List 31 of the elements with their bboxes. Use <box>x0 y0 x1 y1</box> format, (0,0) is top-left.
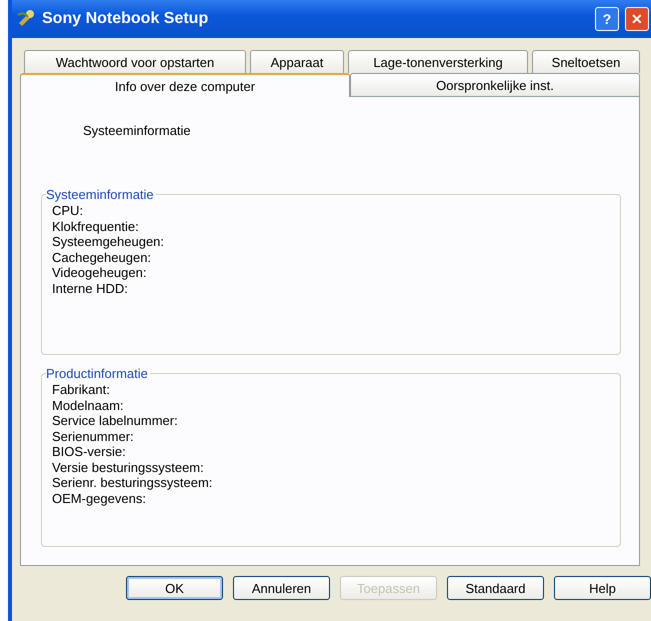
dialog-button[interactable]: Help <box>554 576 651 600</box>
tab[interactable]: Apparaat <box>250 50 344 73</box>
dialog-button[interactable]: OK <box>126 576 223 600</box>
field-label: Cachegeheugen: <box>52 250 152 265</box>
field-label: Serienr. besturingssysteem: <box>52 475 214 490</box>
tab[interactable]: Wachtwoord voor opstarten <box>24 50 246 73</box>
field-label: Versie besturingssysteem: <box>52 460 205 475</box>
group-title: Systeeminformatie <box>46 187 156 202</box>
section-heading: Systeeminformatie <box>83 123 192 138</box>
tab[interactable]: Sneltoetsen <box>532 50 640 73</box>
tab[interactable]: Info over deze computer <box>20 73 350 97</box>
field-label: Fabrikant: <box>52 382 111 398</box>
field-label: Interne HDD: <box>52 280 129 296</box>
field-label: Modelnaam: <box>52 398 125 413</box>
field-label: Systeemgeheugen: <box>52 234 166 250</box>
tab[interactable]: Lage-tonenversterking <box>348 50 528 73</box>
field-label: CPU: <box>52 203 84 218</box>
dialog-button[interactable]: Standaard <box>447 576 544 600</box>
close-button[interactable]: ✕ <box>625 7 649 31</box>
window-title: Sony Notebook Setup <box>42 10 210 28</box>
tools-icon <box>16 9 36 29</box>
help-button[interactable]: ? <box>595 7 619 31</box>
field-label: Videogeheugen: <box>52 265 148 280</box>
field-label: OEM-gegevens: <box>52 490 147 506</box>
tab[interactable]: Oorspronkelijke inst. <box>350 73 640 96</box>
group-title: Productinformatie <box>46 366 150 381</box>
dialog-button[interactable]: Annuleren <box>233 576 330 600</box>
field-label: Service labelnummer: <box>52 413 179 428</box>
field-label: BIOS-versie: <box>52 444 127 460</box>
field-label: Serienummer: <box>52 428 135 444</box>
field-label: Klokfrequentie: <box>52 218 140 234</box>
